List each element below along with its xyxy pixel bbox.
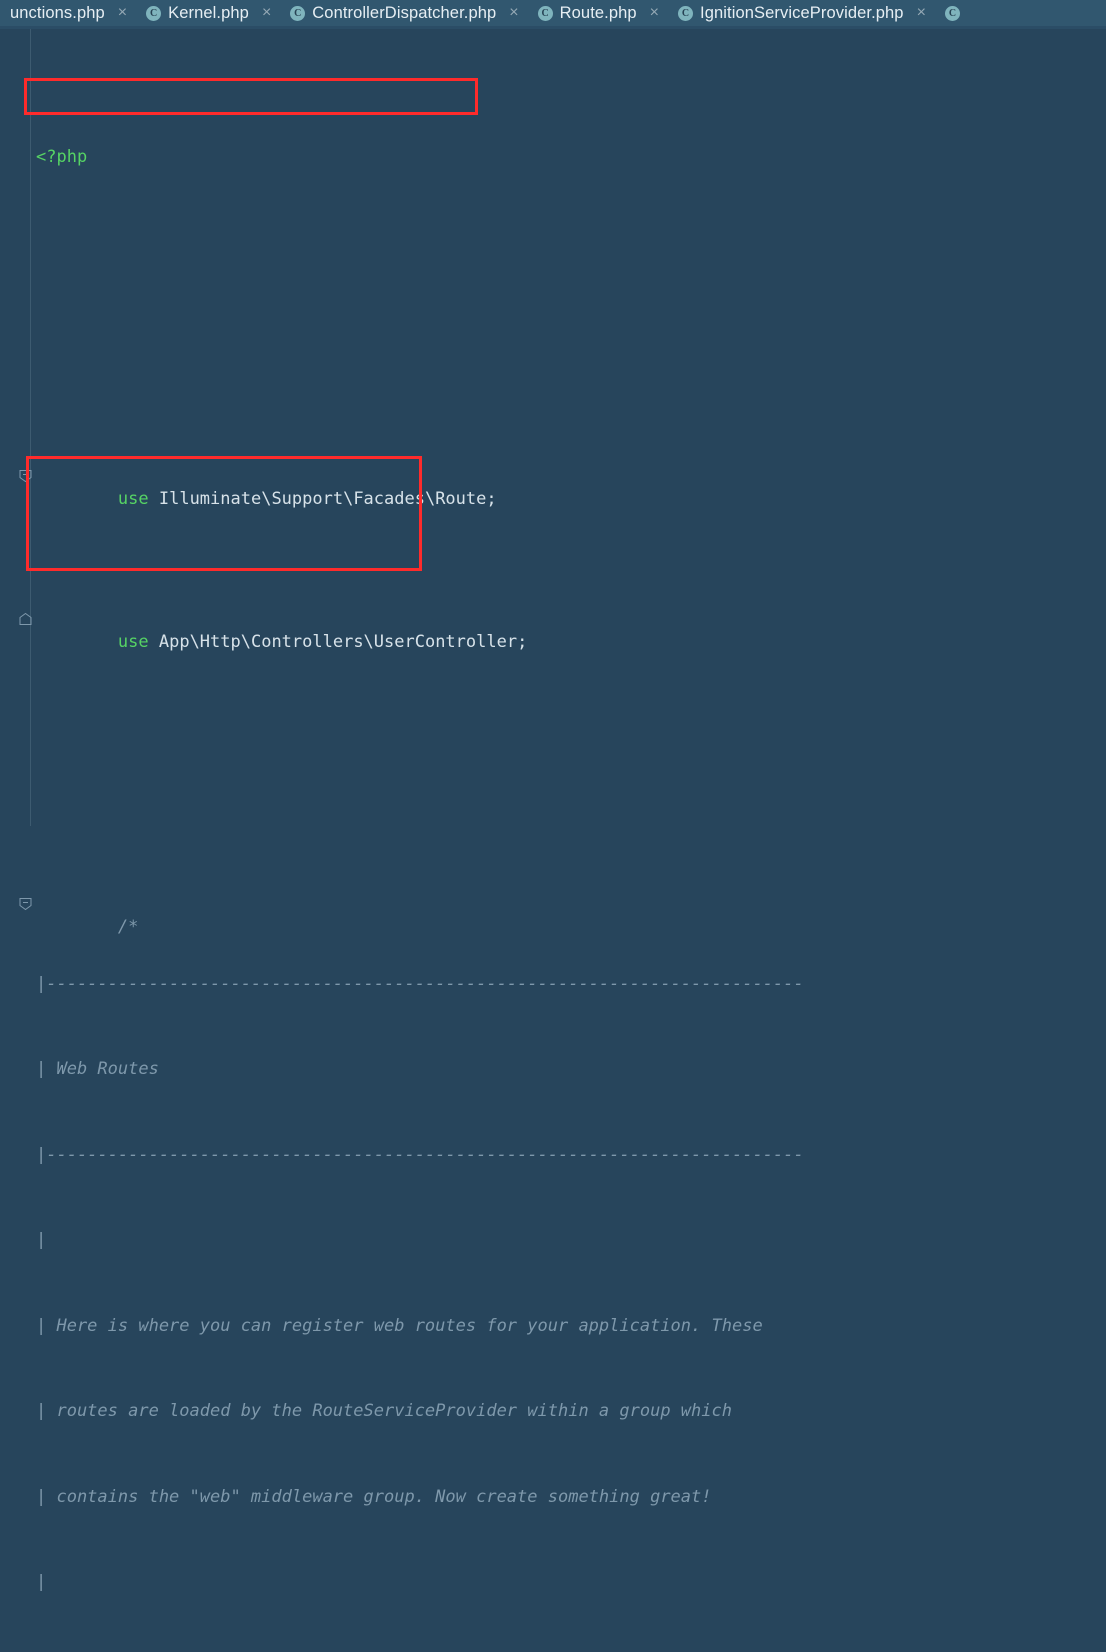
code-line[interactable]: | routes are loaded by the RouteServiceP… bbox=[0, 1397, 1106, 1426]
comment-blank: | bbox=[36, 1572, 47, 1592]
keyword-use: use bbox=[117, 631, 149, 652]
php-open-tag: <?php bbox=[36, 147, 88, 167]
code-editor[interactable]: <?php use Illuminate\Support\Facades\Rou… bbox=[0, 29, 1106, 1592]
fold-arrow-icon[interactable] bbox=[19, 436, 32, 483]
php-class-icon: C bbox=[678, 5, 694, 21]
keyword-use: use bbox=[117, 489, 149, 509]
code-line[interactable]: |---------------------------------------… bbox=[0, 970, 1106, 999]
code-content[interactable]: <?php use Illuminate\Support\Facades\Rou… bbox=[0, 29, 1106, 1652]
tab-label: Route.php bbox=[559, 3, 637, 22]
fold-arrow-icon[interactable] bbox=[19, 863, 32, 910]
code-line-blank[interactable] bbox=[0, 286, 1106, 315]
close-icon[interactable]: × bbox=[118, 5, 127, 21]
tab-label: Kernel.php bbox=[168, 3, 249, 22]
code-line[interactable]: | contains the "web" middleware group. N… bbox=[0, 1483, 1106, 1512]
code-line[interactable]: /* bbox=[0, 856, 1106, 937]
comment-body: | contains the "web" middleware group. N… bbox=[36, 1486, 712, 1507]
code-line[interactable]: |---------------------------------------… bbox=[0, 1141, 1106, 1170]
code-line[interactable]: use Illuminate\Support\Facades\Route; bbox=[0, 428, 1106, 509]
code-line[interactable]: | bbox=[0, 1226, 1106, 1255]
tab-controllerdispatcher-php[interactable]: C ControllerDispatcher.php × bbox=[280, 0, 527, 26]
editor-window: unctions.php × C Kernel.php × C Controll… bbox=[0, 0, 1106, 1592]
tab-route-php[interactable]: C Route.php × bbox=[528, 0, 668, 26]
comment-rule: |---------------------------------------… bbox=[36, 1144, 804, 1165]
editor-tab-bar[interactable]: unctions.php × C Kernel.php × C Controll… bbox=[0, 0, 1106, 26]
fold-arrow-icon[interactable] bbox=[19, 578, 32, 625]
comment-body: | Here is where you can register web rou… bbox=[36, 1315, 763, 1336]
comment-blank: | bbox=[36, 1230, 47, 1250]
code-line[interactable]: <?php bbox=[0, 143, 1106, 172]
import-path: Illuminate\Support\Facades\Route; bbox=[158, 489, 497, 509]
import-path: App\Http\Controllers\UserController; bbox=[158, 631, 528, 652]
comment-open: /* bbox=[117, 916, 139, 937]
php-class-icon: C bbox=[290, 5, 306, 21]
tab-kernel-php[interactable]: C Kernel.php × bbox=[136, 0, 280, 26]
close-icon[interactable]: × bbox=[509, 5, 518, 21]
comment-body: | routes are loaded by the RouteServiceP… bbox=[36, 1401, 732, 1421]
code-line-blank[interactable] bbox=[0, 713, 1106, 742]
tab-label: IgnitionServiceProvider.php bbox=[700, 3, 904, 22]
code-line[interactable]: use App\Http\Controllers\UserController; bbox=[0, 571, 1106, 652]
tab-next-partial[interactable]: C bbox=[935, 0, 969, 26]
tab-label: ControllerDispatcher.php bbox=[312, 3, 497, 22]
comment-rule: |---------------------------------------… bbox=[36, 973, 804, 994]
tab-label: unctions.php bbox=[10, 3, 105, 22]
close-icon[interactable]: × bbox=[650, 5, 659, 21]
php-class-icon: C bbox=[944, 5, 960, 21]
close-icon[interactable]: × bbox=[262, 5, 271, 21]
tab-functions-php[interactable]: unctions.php × bbox=[0, 0, 136, 26]
code-line[interactable]: | Web Routes bbox=[0, 1055, 1106, 1084]
code-line[interactable]: | bbox=[0, 1568, 1106, 1597]
tab-ignitionserviceprovider-php[interactable]: C IgnitionServiceProvider.php × bbox=[668, 0, 935, 26]
code-line[interactable]: | Here is where you can register web rou… bbox=[0, 1312, 1106, 1341]
php-class-icon: C bbox=[537, 5, 553, 21]
comment-title: | Web Routes bbox=[36, 1059, 159, 1079]
php-class-icon: C bbox=[146, 5, 162, 21]
close-icon[interactable]: × bbox=[917, 5, 926, 21]
